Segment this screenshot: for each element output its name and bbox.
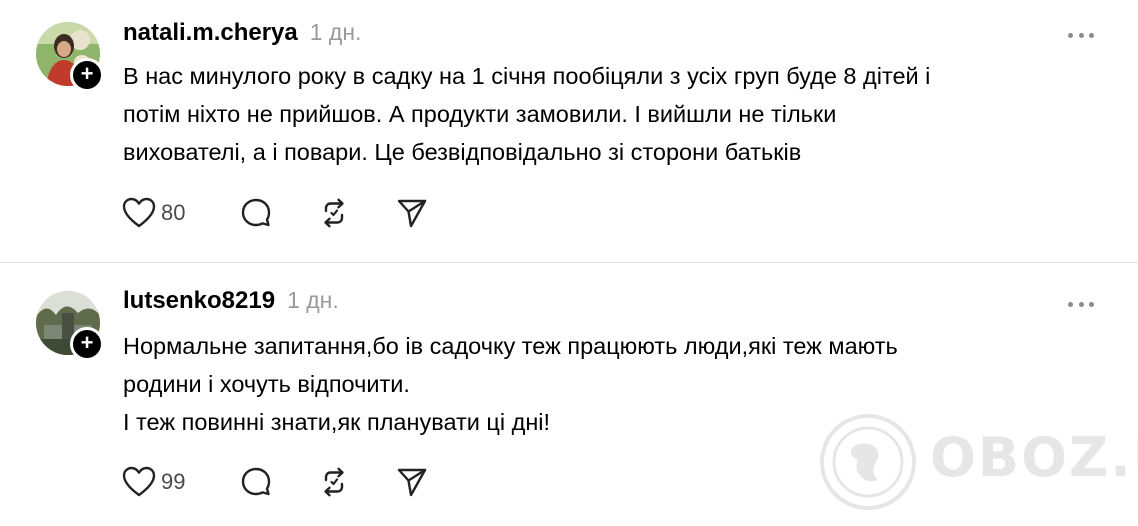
comment-text: В нас минулого року в садку на 1 січня п… xyxy=(123,57,1103,171)
follow-button[interactable]: + xyxy=(70,327,104,361)
avatar-container: + xyxy=(36,22,104,92)
heart-icon xyxy=(122,197,156,228)
more-dots-icon xyxy=(1089,301,1094,307)
username[interactable]: natali.m.cherya xyxy=(123,19,298,47)
comment-text-line: Нормальне запитання,бо ів садочку теж пр… xyxy=(123,333,898,359)
share-send-icon xyxy=(397,199,427,228)
timestamp: 1 дн. xyxy=(287,287,339,313)
more-dots-icon xyxy=(1068,301,1073,307)
heart-icon xyxy=(122,466,156,497)
comment-text-line: вихователі, а і повари. Це безвідповідал… xyxy=(123,139,802,165)
comments-feed: + natali.m.cherya 1 дн. В нас минулого р… xyxy=(0,0,1138,526)
watermark-text: OBOZ.UA xyxy=(930,426,1138,489)
comment-text-line: родини і хочуть відпочити. xyxy=(123,371,410,397)
timestamp: 1 дн. xyxy=(309,19,362,45)
comment-header: natali.m.cherya 1 дн. xyxy=(123,19,361,47)
like-button[interactable]: 99 xyxy=(122,466,240,498)
reply-bubble-icon xyxy=(241,198,271,227)
comment-header: lutsenko8219 1 дн. xyxy=(123,287,339,315)
more-dots-icon xyxy=(1068,32,1073,38)
watermark: OBOZ.UA xyxy=(818,412,1138,512)
follow-button[interactable]: + xyxy=(70,58,104,92)
reply-bubble-icon xyxy=(241,467,271,496)
repost-button[interactable] xyxy=(318,197,396,229)
username[interactable]: lutsenko8219 xyxy=(123,287,275,315)
like-count: 80 xyxy=(161,200,186,225)
avatar-container: + xyxy=(36,291,104,361)
share-send-icon xyxy=(397,468,427,497)
repost-icon xyxy=(324,198,344,228)
share-button[interactable] xyxy=(396,466,436,498)
like-button[interactable]: 80 xyxy=(122,197,240,229)
action-bar: 99 xyxy=(122,466,436,498)
comment-text-line: В нас минулого року в садку на 1 січня п… xyxy=(123,63,931,89)
reply-button[interactable] xyxy=(240,466,318,498)
comment-text-line: потім ніхто не прийшов. А продукти замов… xyxy=(123,101,837,127)
more-dots-icon xyxy=(1078,301,1084,307)
more-options-button[interactable] xyxy=(1068,28,1094,42)
more-dots-icon xyxy=(1078,32,1084,38)
more-options-button[interactable] xyxy=(1068,297,1094,311)
repost-icon xyxy=(324,467,344,497)
action-bar: 80 xyxy=(122,197,436,229)
globe-icon xyxy=(820,414,916,510)
share-button[interactable] xyxy=(396,197,436,229)
comment-post: + natali.m.cherya 1 дн. В нас минулого р… xyxy=(0,0,1138,262)
repost-button[interactable] xyxy=(318,466,396,498)
more-dots-icon xyxy=(1089,32,1094,38)
like-count: 99 xyxy=(161,469,186,494)
reply-button[interactable] xyxy=(240,197,318,229)
